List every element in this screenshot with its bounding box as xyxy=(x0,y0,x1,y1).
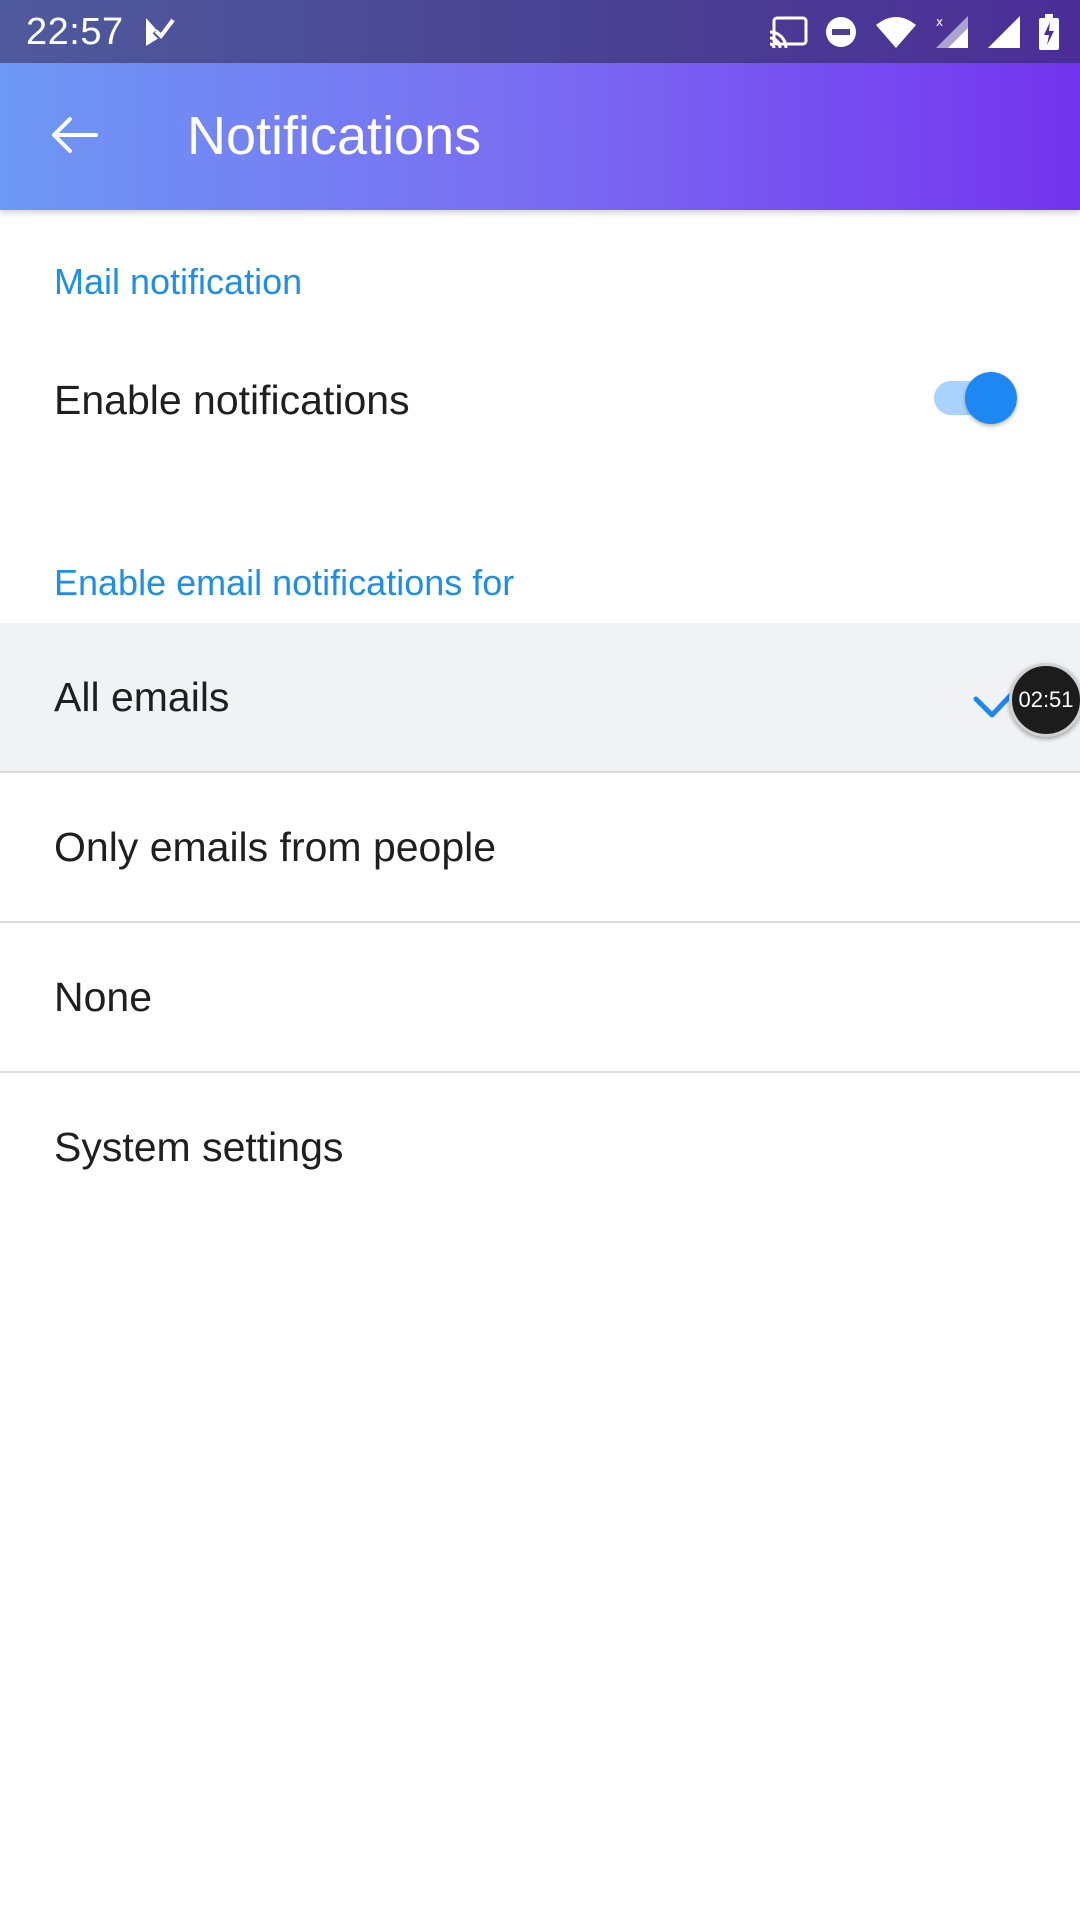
enable-notifications-row[interactable]: Enable notifications xyxy=(0,350,1080,450)
system-settings-label: System settings xyxy=(54,1124,344,1170)
arrow-left-icon xyxy=(50,115,100,160)
option-label: None xyxy=(54,974,153,1020)
back-button[interactable] xyxy=(30,99,120,175)
status-icons: x xyxy=(768,12,1060,52)
app-bar: Notifications xyxy=(0,63,1080,210)
option-label: All emails xyxy=(54,674,230,720)
system-settings-row[interactable]: System settings xyxy=(0,1073,1080,1223)
email-notifications-for-header: Enable email notifications for xyxy=(54,562,515,603)
notifications-screen: 22:57 x Notifications Mail notification … xyxy=(0,0,1080,1920)
option-label: Only emails from people xyxy=(54,824,497,870)
option-none[interactable]: None xyxy=(0,923,1080,1073)
enable-notifications-label: Enable notifications xyxy=(54,377,410,423)
app-check-icon xyxy=(142,14,178,50)
svg-text:x: x xyxy=(936,15,943,29)
option-only-people[interactable]: Only emails from people xyxy=(0,773,1080,923)
status-time: 22:57 xyxy=(26,11,124,53)
status-bar: 22:57 x xyxy=(0,0,1080,63)
mail-notification-header: Mail notification xyxy=(54,261,303,302)
enable-notifications-toggle[interactable] xyxy=(934,372,1020,424)
option-all-emails[interactable]: All emails xyxy=(0,623,1080,773)
signal-x-icon: x xyxy=(934,14,970,50)
battery-charging-icon xyxy=(1038,14,1060,50)
page-title: Notifications xyxy=(187,106,482,166)
do-not-disturb-icon xyxy=(824,15,858,49)
timer-bubble[interactable]: 02:51 xyxy=(1009,663,1080,737)
toggle-thumb xyxy=(965,372,1017,424)
signal-icon xyxy=(986,14,1022,50)
wifi-icon xyxy=(874,15,918,49)
cast-icon xyxy=(768,16,808,48)
